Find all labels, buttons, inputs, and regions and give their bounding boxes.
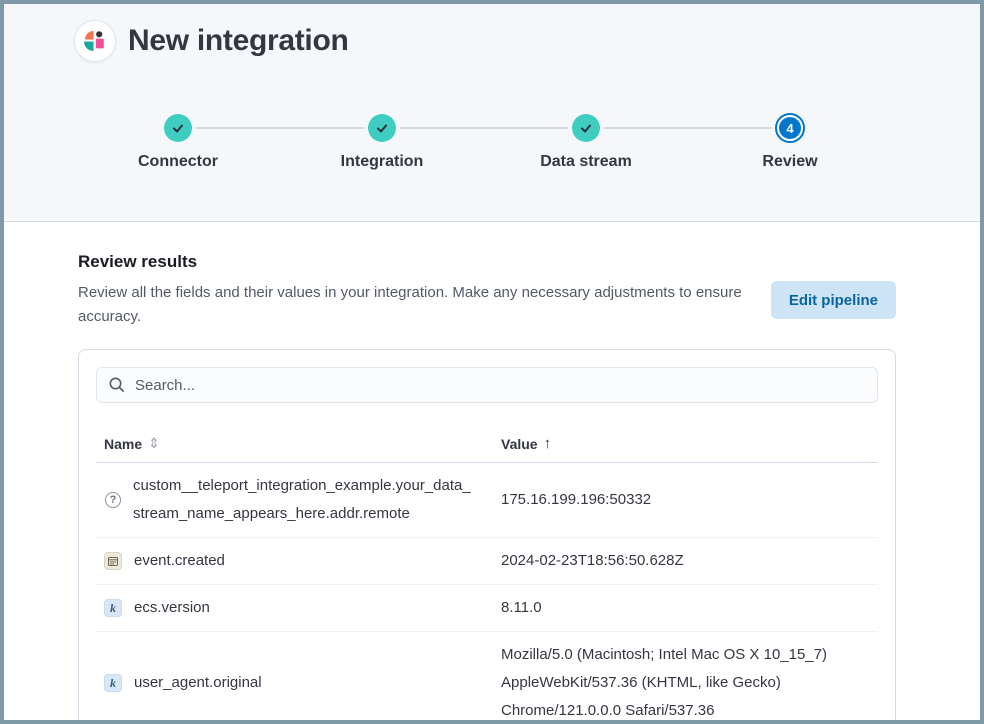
step-complete-icon[interactable] [164, 114, 192, 142]
step-complete-icon[interactable] [368, 114, 396, 142]
fields-table: Name ⇕ Value ↑ ? custom__teleport_integr… [96, 435, 878, 724]
step-label[interactable]: Data stream [540, 153, 632, 171]
step-current-icon[interactable]: 4 [775, 113, 805, 143]
section-title: Review results [78, 252, 896, 272]
keyword-icon: k [104, 674, 122, 692]
field-value: 2024-02-23T18:56:50.628Z [493, 538, 878, 584]
step-complete-icon[interactable] [572, 114, 600, 142]
wizard-stepper: Connector Integration [4, 112, 980, 171]
check-icon [171, 121, 185, 135]
calendar-icon [104, 552, 122, 570]
description-row: Review all the fields and their values i… [78, 281, 896, 329]
step-integration[interactable]: Integration [280, 112, 484, 171]
column-header-value[interactable]: Value ↑ [493, 435, 878, 452]
keyword-icon: k [104, 599, 122, 617]
step-label[interactable]: Connector [138, 153, 218, 171]
column-header-name[interactable]: Name ⇕ [96, 435, 493, 452]
column-label: Name [104, 436, 142, 452]
table-row: event.created 2024-02-23T18:56:50.628Z [96, 538, 878, 585]
sortable-icon: ⇕ [148, 435, 160, 452]
field-name: user_agent.original [134, 669, 262, 697]
check-icon [579, 121, 593, 135]
table-row: ? custom__teleport_integration_example.y… [96, 463, 878, 538]
name-cell: k user_agent.original [96, 632, 493, 724]
name-cell: ? custom__teleport_integration_example.y… [96, 463, 493, 537]
sort-ascending-icon: ↑ [544, 435, 552, 452]
search-box [96, 367, 878, 403]
field-name: ecs.version [134, 594, 210, 622]
field-value: Mozilla/5.0 (Macintosh; Intel Mac OS X 1… [493, 632, 878, 724]
step-label[interactable]: Review [762, 153, 817, 171]
step-connector[interactable]: Connector [76, 112, 280, 171]
column-label: Value [501, 436, 538, 452]
step-indicator [368, 112, 396, 144]
field-value: 8.11.0 [493, 585, 878, 631]
step-data-stream[interactable]: Data stream [484, 112, 688, 171]
name-cell: event.created [96, 538, 493, 584]
name-cell: k ecs.version [96, 585, 493, 631]
table-row: k user_agent.original Mozilla/5.0 (Macin… [96, 632, 878, 724]
section-description: Review all the fields and their values i… [78, 281, 750, 329]
elastic-logo-icon [84, 30, 106, 52]
table-row: k ecs.version 8.11.0 [96, 585, 878, 632]
page-title: New integration [128, 24, 349, 58]
field-name: event.created [134, 547, 225, 575]
table-header: Name ⇕ Value ↑ [96, 435, 878, 463]
integration-logo [74, 20, 116, 62]
search-icon [108, 376, 126, 394]
page-header: New integration Connector [4, 4, 980, 222]
step-number: 4 [779, 117, 801, 139]
question-icon: ? [105, 492, 121, 508]
step-review[interactable]: 4 Review [688, 112, 892, 171]
step-label[interactable]: Integration [341, 153, 424, 171]
step-indicator: 4 [775, 112, 805, 144]
results-card: Name ⇕ Value ↑ ? custom__teleport_integr… [78, 349, 896, 724]
field-name: custom__teleport_integration_example.you… [133, 472, 475, 528]
main-content: Review results Review all the fields and… [4, 252, 980, 724]
title-row: New integration [4, 4, 980, 62]
search-input[interactable] [96, 367, 878, 403]
step-indicator [164, 112, 192, 144]
edit-pipeline-button[interactable]: Edit pipeline [771, 281, 896, 319]
app-window: New integration Connector [0, 0, 984, 724]
step-indicator [572, 112, 600, 144]
field-value: 175.16.199.196:50332 [493, 463, 878, 537]
check-icon [375, 121, 389, 135]
